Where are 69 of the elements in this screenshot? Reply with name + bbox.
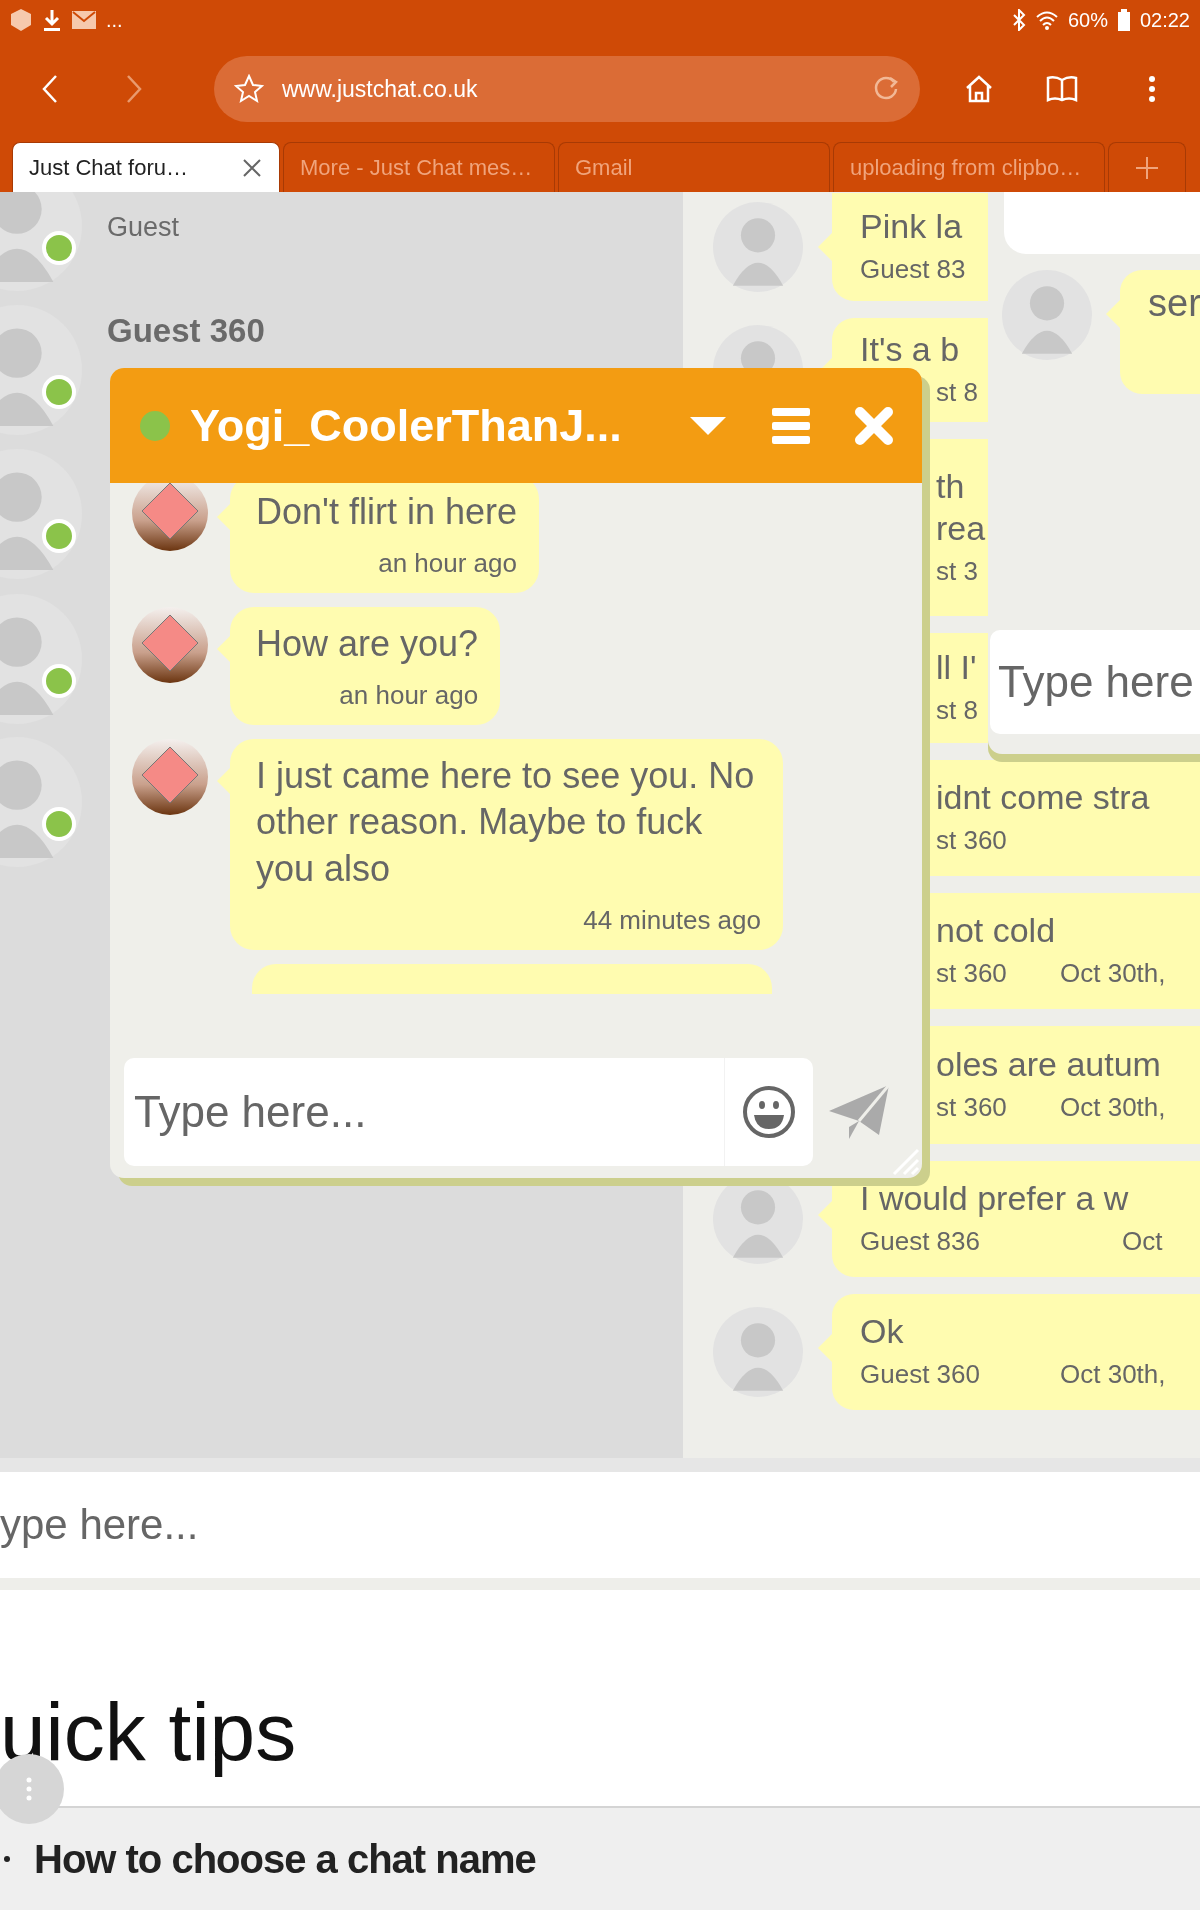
message-text: rea [936,508,986,549]
star-icon[interactable] [234,74,264,104]
message-text: Don't flirt in here [256,490,517,534]
tip-link[interactable]: How to choose a chat name [34,1836,536,1882]
download-icon [42,8,62,32]
avatar-icon [132,483,208,551]
message-input[interactable]: Type here [990,630,1200,734]
message-text: ser [1148,282,1200,325]
message-text: not cold [936,910,1056,952]
message-text: Pink la [860,206,963,248]
message-text: Ok [860,1311,904,1353]
message-text: ll I' [936,647,977,689]
message-author: st 3 [936,555,979,587]
mail-icon [72,10,96,30]
section-heading: uick tips [0,1685,298,1779]
battery-icon [1117,9,1130,31]
wifi-icon [1035,10,1058,30]
message-date: Oct 30th, [1060,1358,1166,1390]
clock: 02:22 [1139,8,1190,32]
message-time: an hour ago [378,547,517,579]
message-text: How are you? [256,621,479,666]
message-text: idnt come stra [936,777,1150,819]
message-time: an hour ago [339,679,479,711]
message-text: It's a b [860,329,960,371]
bookmarks-icon[interactable] [1046,75,1078,103]
message-author: st 8 [936,694,979,726]
more-icon [26,1777,32,1801]
message-input[interactable]: Type here... [124,1057,724,1166]
battery-level: 60% [1067,8,1108,32]
close-icon[interactable] [241,156,263,179]
browser-tab[interactable]: More - Just Chat mes… [283,142,555,192]
message-text: oles are autum [936,1044,1161,1086]
user-role: Guest [107,212,180,243]
message-author: Guest 360 [860,1358,981,1390]
bullet-icon [4,1856,10,1862]
menu-icon[interactable] [772,406,810,445]
plus-icon [1134,154,1160,181]
message-input[interactable]: Type here... [132,1085,724,1138]
message-author: st 360 [936,1091,1008,1123]
send-icon[interactable] [827,1082,891,1141]
browser-tab[interactable]: Gmail [558,142,830,192]
message-author: st 360 [936,957,1008,989]
message-date: Oct 30th, [1060,1091,1166,1123]
user-name: Guest 360 [107,312,265,350]
bluetooth-icon [1011,9,1026,31]
message-date: Oct [1122,1225,1163,1257]
avatar-icon [712,1307,803,1397]
avatar-icon [1002,270,1092,360]
chat-title: Yogi_CoolerThanJ... [190,399,623,452]
notification-overflow: ... [106,8,123,32]
message-author: Guest 83 [860,253,967,285]
message-text: I would prefer a w [860,1178,1129,1220]
avatar-icon [712,202,803,292]
caret-icon[interactable] [690,414,726,437]
url-text: www.justchat.co.uk [282,75,479,103]
browser-tab[interactable]: Just Chat foru… [12,142,280,192]
message-text: I just came here to see you. No other reason. Maybe to fuck you also [256,753,756,892]
smiley-icon[interactable] [742,1084,796,1139]
home-icon[interactable] [964,74,994,104]
message-text: th [936,465,965,507]
more-icon[interactable] [1148,75,1156,103]
browser-tab[interactable]: uploading from clipbo… [833,142,1105,192]
message-time: 44 minutes ago [583,905,761,936]
message-author: st 360 [936,824,1008,856]
shield-icon [10,8,32,32]
message-author: st 8 [936,376,979,408]
address-bar[interactable]: www.justchat.co.uk [214,56,920,122]
message-date: Oct 30th, [1060,957,1166,989]
message-author: Guest 836 [860,1225,981,1257]
